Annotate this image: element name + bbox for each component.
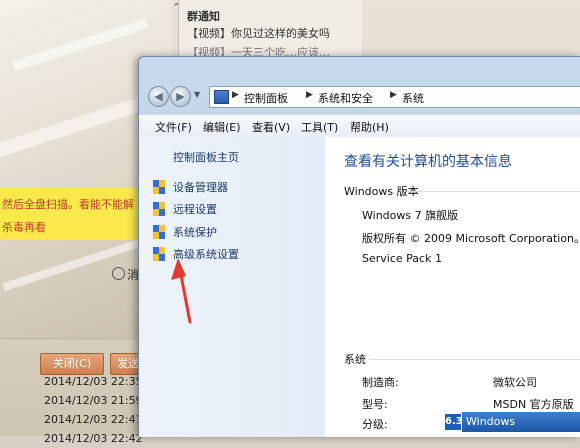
annotation-arrow-icon — [171, 258, 192, 324]
